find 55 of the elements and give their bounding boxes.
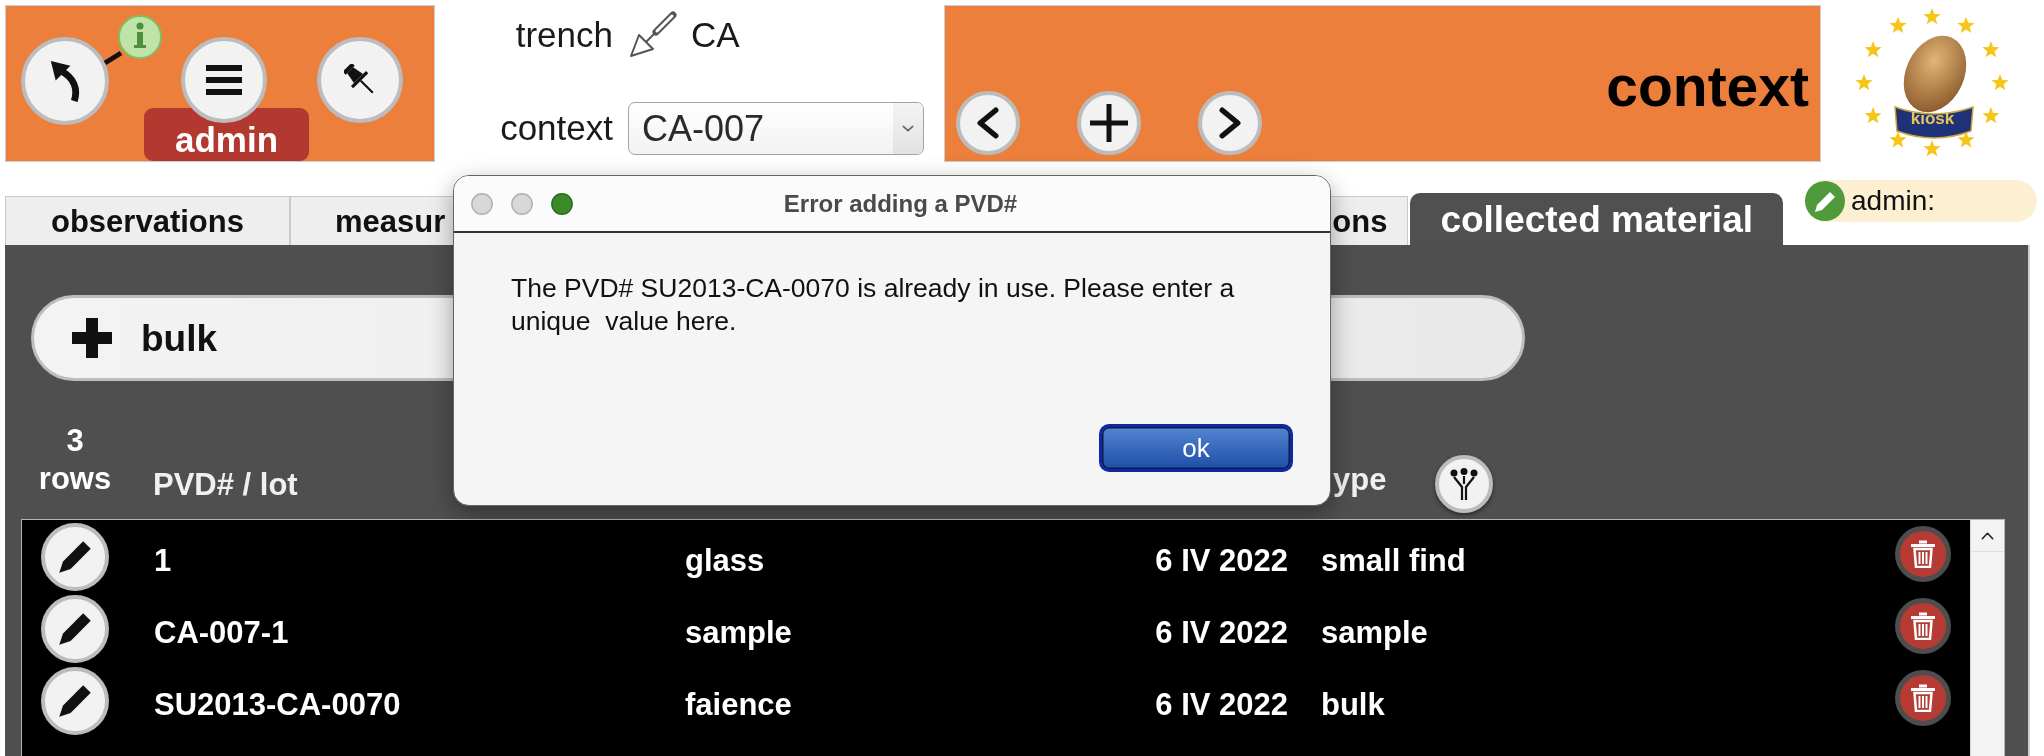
ok-button[interactable]: ok	[1099, 424, 1293, 472]
table-cell-text: sample	[1320, 614, 1429, 652]
delete-button[interactable]	[1895, 526, 1951, 582]
pin-icon	[344, 64, 376, 96]
chevron-up-icon	[1981, 531, 1994, 540]
plus-icon	[72, 318, 112, 358]
table-cell-text: faience	[685, 686, 793, 724]
dialog-title: Error adding a PVD#	[783, 191, 1018, 216]
trench-label: trench	[515, 15, 613, 55]
table-cell-text: 1	[154, 542, 173, 580]
trench-value: CA	[691, 15, 740, 55]
column-header: PVD# / lot	[153, 466, 298, 504]
user-label: admin	[144, 108, 309, 161]
tab[interactable]: observations	[5, 196, 290, 245]
delete-button[interactable]	[1895, 670, 1951, 726]
row-count: 3	[66, 422, 84, 460]
tab[interactable]: collected material	[1410, 193, 1783, 245]
table-cell-text: glass	[685, 542, 766, 580]
column-header: ype	[1333, 460, 1387, 499]
user-pill[interactable]: admin:	[1805, 180, 2037, 222]
trash-icon	[1910, 684, 1936, 712]
chevron-down-icon	[902, 125, 914, 132]
table-cell-text: 6 IV 2022	[1154, 686, 1288, 724]
table-cell-text: 6 IV 2022	[1154, 542, 1288, 580]
trash-icon	[1910, 540, 1936, 568]
pencil-icon	[58, 684, 92, 718]
table-cell-text: small find	[1320, 542, 1467, 580]
chevron-right-icon	[1219, 107, 1241, 139]
pencil-icon	[58, 540, 92, 574]
table-cell-text: bulk	[1320, 686, 1386, 724]
dialog-message: The PVD# SU2013-CA-0070 is already in use. Please enter a unique value here.	[510, 272, 1236, 338]
menu-icon	[206, 65, 242, 95]
row-count-label: rows	[38, 460, 112, 498]
merge-lines-icon	[1450, 468, 1479, 500]
filter-button[interactable]	[1435, 455, 1494, 513]
curved-arrow-icon	[49, 60, 81, 102]
table-cell-text: 6 IV 2022	[1154, 614, 1288, 652]
context-label: context	[500, 109, 613, 148]
table-cell-text: sample	[685, 614, 793, 652]
previous-button[interactable]	[956, 91, 1020, 155]
context-select[interactable]: CA-007	[628, 102, 924, 155]
window-button-icon[interactable]	[551, 192, 573, 215]
logo-text: kiosk	[1909, 110, 1956, 128]
table-cell-text: CA-007-1	[154, 614, 290, 652]
trash-icon	[1910, 612, 1936, 640]
table-cell-text: SU2013-CA-0070	[154, 686, 402, 724]
plus-icon	[1090, 104, 1128, 142]
user-name: admin:	[1851, 187, 1936, 215]
trowel-icon	[628, 11, 678, 59]
pencil-icon	[1805, 181, 1845, 221]
record-title: context	[1606, 58, 1809, 115]
chevron-left-icon	[977, 107, 999, 139]
pencil-icon	[58, 612, 92, 646]
delete-button[interactable]	[1895, 598, 1951, 654]
scrollbar[interactable]	[1970, 520, 2004, 756]
